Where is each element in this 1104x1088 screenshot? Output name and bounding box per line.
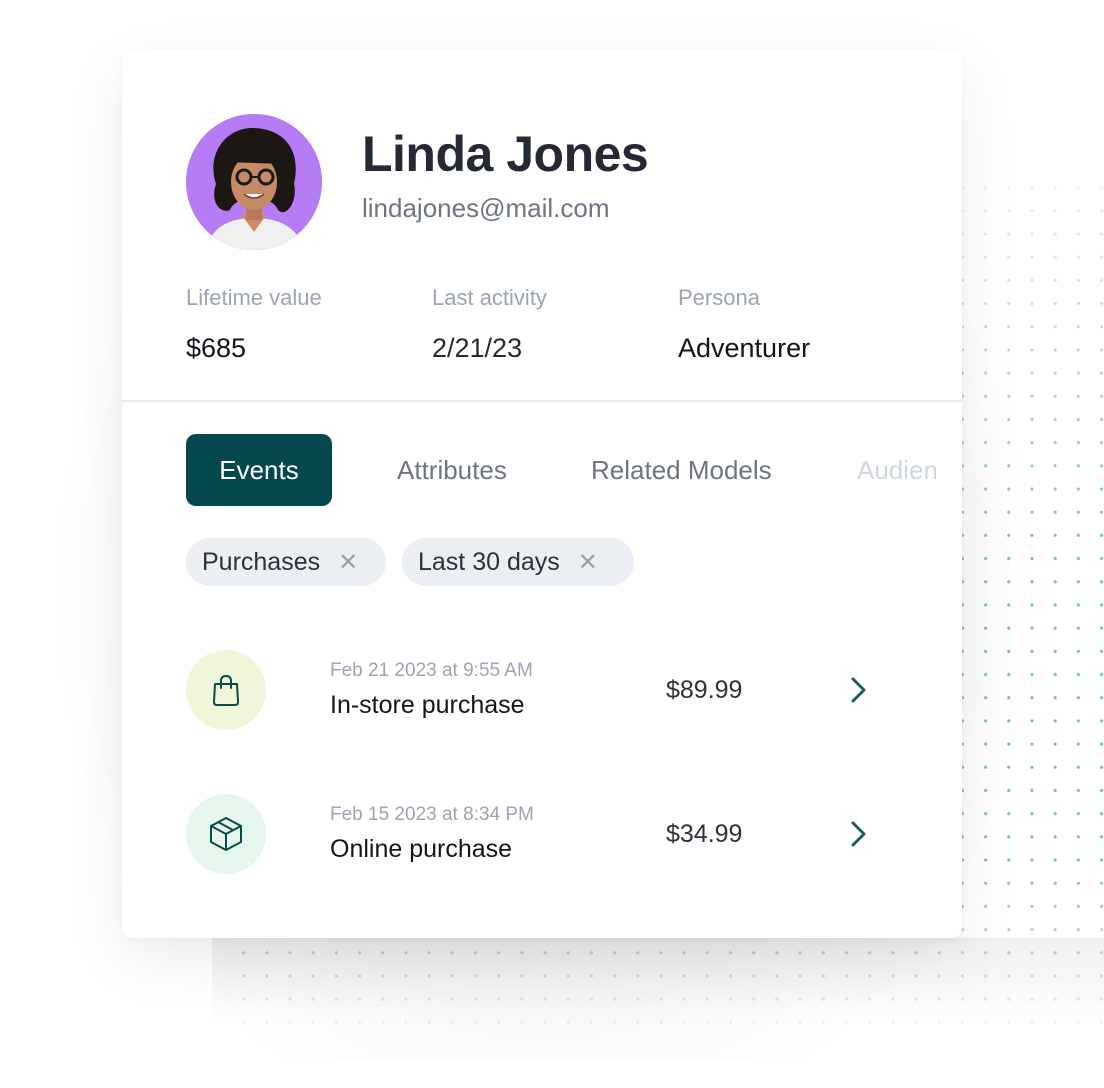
event-icon-container (186, 794, 266, 874)
stat-value: 2/21/23 (432, 333, 523, 363)
stat-last-activity: Last activity 2/21/23 (432, 284, 547, 364)
avatar-photo (186, 114, 322, 250)
stat-lifetime-value: Lifetime value $685 (186, 284, 322, 364)
filter-chip-label: Purchases (202, 547, 321, 576)
tab-audiences[interactable]: Audiences (857, 434, 936, 506)
filter-chip-label: Last 30 days (418, 547, 560, 576)
filter-chip-last-30-days[interactable]: Last 30 days ✕ (402, 538, 634, 586)
tab-events[interactable]: Events (186, 434, 332, 506)
stat-value: $685 (186, 333, 247, 363)
event-title: Online purchase (330, 835, 513, 863)
customer-name: Linda Jones (362, 126, 649, 182)
tab-related-models[interactable]: Related Models (591, 434, 772, 506)
stat-label: Lifetime value (186, 285, 322, 310)
stat-value: Adventurer (678, 333, 811, 363)
stat-persona: Persona Adventurer (678, 284, 810, 364)
customer-email: lindajones@mail.com (362, 193, 610, 223)
chevron-right-icon[interactable] (846, 672, 870, 708)
event-row[interactable]: Feb 15 2023 at 8:34 PM Online purchase $… (186, 794, 886, 874)
card-drop-shadow (212, 938, 1104, 1028)
event-title: In-store purchase (330, 691, 525, 719)
event-row[interactable]: Feb 21 2023 at 9:55 AM In-store purchase… (186, 650, 886, 730)
tab-attributes[interactable]: Attributes (397, 434, 507, 506)
close-icon[interactable]: ✕ (338, 548, 358, 577)
close-icon[interactable]: ✕ (578, 548, 598, 577)
filter-chip-purchases[interactable]: Purchases ✕ (186, 538, 386, 586)
avatar (186, 114, 322, 250)
stat-label: Persona (678, 285, 760, 310)
event-timestamp: Feb 21 2023 at 9:55 AM (330, 660, 533, 681)
event-amount: $89.99 (666, 676, 743, 704)
tab-bar: Events Attributes Related Models Audienc… (186, 434, 936, 506)
shopping-bag-icon (213, 674, 239, 706)
event-timestamp: Feb 15 2023 at 8:34 PM (330, 804, 534, 825)
stat-label: Last activity (432, 285, 547, 310)
event-amount: $34.99 (666, 820, 743, 848)
customer-profile-card: Linda Jones lindajones@mail.com Lifetime… (122, 50, 962, 938)
package-box-icon (210, 817, 242, 851)
chevron-right-icon[interactable] (846, 816, 870, 852)
section-divider (122, 400, 962, 402)
event-icon-container (186, 650, 266, 730)
